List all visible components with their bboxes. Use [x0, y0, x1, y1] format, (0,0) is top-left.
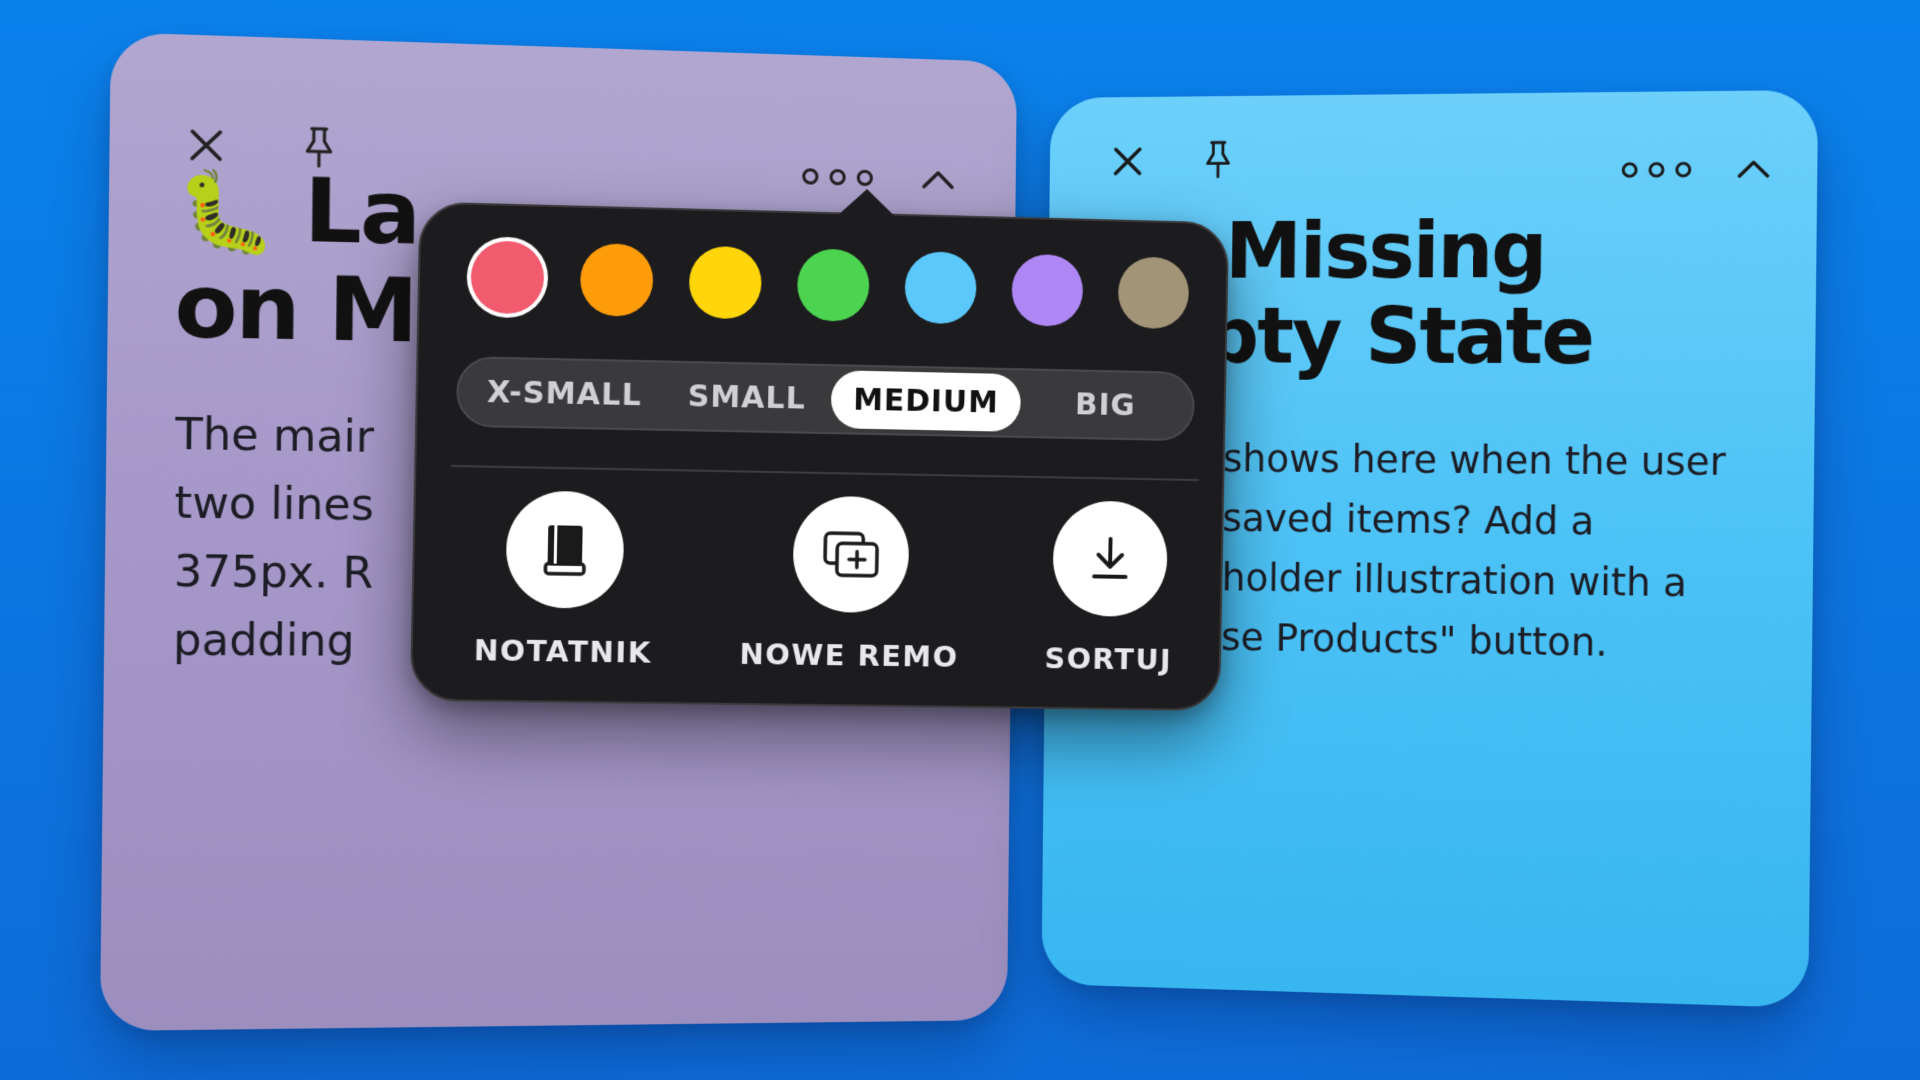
- swatch-orange[interactable]: [579, 242, 654, 318]
- divider: [450, 464, 1199, 482]
- nowe-remo-button[interactable]: NOWE REMO: [739, 495, 961, 674]
- card-title-line-1: Missing: [1224, 204, 1547, 296]
- swatch-blue[interactable]: [904, 250, 977, 325]
- sortuj-circle: [1052, 500, 1169, 618]
- chevron-up-icon: [1735, 158, 1771, 181]
- notatnik-label: NOTATNIK: [473, 632, 653, 670]
- swatch-green[interactable]: [796, 248, 870, 322]
- color-swatches: [470, 237, 1190, 332]
- sortuj-button[interactable]: SORTUJ: [1044, 500, 1175, 677]
- size-x-small[interactable]: X-SMALL: [466, 362, 662, 424]
- size-big[interactable]: BIG: [1025, 374, 1185, 435]
- action-buttons: NOTATNIK NOWE REMO SORTUJ: [473, 490, 1175, 691]
- size-medium[interactable]: MEDIUM: [830, 370, 1021, 432]
- card-title-line-1: 🐛 La: [175, 159, 420, 266]
- swatch-brown[interactable]: [1117, 256, 1190, 330]
- pin-icon: [1202, 138, 1235, 179]
- nowe-remo-label: NOWE REMO: [739, 636, 959, 674]
- scene: 🐛 La on M The mair two lines 375px. R pa…: [0, 0, 1920, 1080]
- nowe-remo-circle: [792, 495, 910, 614]
- more-button[interactable]: [1616, 145, 1696, 195]
- collapse-button[interactable]: [914, 155, 962, 204]
- card-body: shows here when the user saved items? Ad…: [1220, 436, 1726, 665]
- close-button[interactable]: [1103, 137, 1152, 186]
- swatch-red[interactable]: [470, 240, 545, 315]
- card-title-line-2: on M: [173, 254, 417, 363]
- download-arrow-icon: [1088, 535, 1132, 583]
- sortuj-label: SORTUJ: [1044, 641, 1173, 677]
- card-title-line-2: pty State: [1203, 289, 1594, 382]
- close-icon: [188, 127, 225, 163]
- new-memo-icon: [823, 531, 882, 580]
- notebook-icon: [539, 525, 591, 578]
- chevron-up-icon: [920, 168, 956, 191]
- swatch-purple[interactable]: [1011, 253, 1084, 327]
- close-icon: [1112, 145, 1144, 177]
- more-icon: [1620, 159, 1694, 180]
- pin-button[interactable]: [1194, 134, 1243, 183]
- more-icon: [800, 166, 875, 188]
- card-body: The mair two lines 375px. R padding: [172, 408, 375, 667]
- collapse-button[interactable]: [1728, 144, 1779, 194]
- size-small[interactable]: SMALL: [667, 367, 826, 428]
- card-title: Missing pty State: [1204, 204, 1594, 381]
- popover-arrow: [836, 188, 897, 218]
- notatnik-circle: [505, 490, 625, 609]
- notatnik-button[interactable]: NOTATNIK: [474, 490, 655, 670]
- caterpillar-emoji: 🐛: [175, 164, 275, 259]
- note-options-popover: X-SMALL SMALL MEDIUM BIG NOTATNIK NOWE R…: [409, 188, 1230, 712]
- size-segmented-control: X-SMALL SMALL MEDIUM BIG: [455, 355, 1196, 442]
- card-title: 🐛 La on M: [173, 159, 420, 363]
- swatch-yellow[interactable]: [688, 245, 763, 320]
